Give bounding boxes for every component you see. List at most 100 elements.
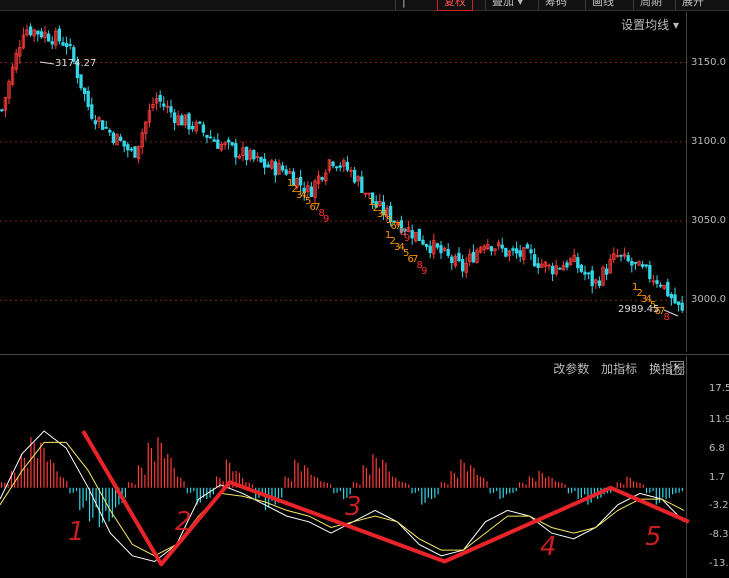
- candle-body: [331, 161, 335, 167]
- candle-body: [680, 302, 684, 311]
- wave-label: 3: [345, 492, 362, 522]
- candle-body: [666, 281, 670, 297]
- price-tick-label: 3050.0: [691, 215, 726, 227]
- candle-body: [352, 169, 357, 183]
- candle-body: [46, 33, 51, 42]
- candle-body: [61, 42, 65, 46]
- candle-body: [529, 249, 533, 254]
- macd-tick-label: 17.5: [709, 382, 729, 394]
- candle-body: [93, 120, 98, 125]
- toolbar-item-5[interactable]: 周期: [633, 0, 668, 10]
- candle-body: [550, 265, 555, 275]
- price-tick-label: 3100.0: [691, 135, 726, 147]
- candle-body: [417, 228, 422, 242]
- chart-canvas: 123456789123456789123456789123456781 2 34 5: [0, 23, 690, 567]
- candle-body: [129, 148, 134, 151]
- candle-body: [673, 294, 677, 304]
- candle-body: [334, 166, 339, 169]
- candle-body: [244, 146, 249, 161]
- candle-body: [216, 139, 220, 149]
- candle-body: [518, 250, 522, 257]
- toolbar-item-0[interactable]: |: [395, 0, 412, 10]
- candle-body: [259, 156, 263, 163]
- macd-tick-label: -13.5: [709, 558, 729, 570]
- td-count-label: 9: [421, 266, 427, 277]
- td-count-label: 8: [664, 312, 670, 323]
- toolbar-item-3[interactable]: 筹码: [538, 0, 573, 10]
- candle-body: [108, 129, 112, 133]
- macd-tick-label: -3.2: [709, 499, 729, 511]
- toolbar-item-2[interactable]: 叠加 ▾: [485, 0, 529, 10]
- candle-body: [126, 144, 130, 151]
- candle-body: [630, 261, 634, 266]
- candle-body: [201, 124, 206, 133]
- candle-body: [273, 161, 278, 176]
- candle-body: [262, 158, 267, 168]
- toolbar-item-6[interactable]: 展开: [675, 0, 710, 10]
- candle-body: [446, 249, 450, 256]
- candle-body: [90, 104, 94, 119]
- candle-body: [590, 270, 594, 287]
- candle-body: [669, 294, 674, 299]
- candle-body: [435, 243, 440, 248]
- candle-body: [604, 268, 609, 275]
- candle-body: [187, 113, 191, 130]
- candle-body: [500, 244, 504, 249]
- candle-body: [421, 239, 425, 245]
- low-price-marker: 2989.45: [618, 304, 660, 315]
- candle-body: [576, 257, 580, 269]
- macd-tick-label: 6.8: [709, 443, 725, 455]
- candle-body: [82, 87, 87, 95]
- candle-body: [280, 165, 285, 171]
- candle-body: [439, 245, 443, 254]
- candle-body: [284, 169, 288, 175]
- candle-body: [39, 31, 44, 38]
- candle-body: [619, 254, 623, 257]
- wave-label: 4: [540, 532, 557, 562]
- candle-body: [565, 262, 569, 268]
- candle-body: [428, 245, 432, 254]
- candle-body: [525, 244, 530, 249]
- candle-body: [57, 28, 62, 42]
- candle-body: [111, 132, 116, 143]
- candle-body: [489, 246, 494, 252]
- candle-body: [266, 164, 270, 168]
- candle-body: [504, 247, 508, 257]
- candle-body: [676, 301, 681, 305]
- price-tick-label: 3000.0: [691, 294, 726, 306]
- candle-body: [36, 30, 40, 35]
- candle-body: [648, 264, 652, 280]
- macd-tick-label: 1.7: [709, 472, 725, 484]
- candle-body: [230, 142, 234, 146]
- candle-body: [205, 134, 209, 138]
- candle-body: [514, 248, 519, 254]
- candle-body: [172, 112, 177, 123]
- candle-body: [511, 248, 515, 251]
- candle-body: [658, 284, 663, 287]
- wave-label: 1: [68, 517, 85, 547]
- candle-body: [162, 103, 166, 107]
- candle-body: [360, 176, 364, 193]
- candle-body: [86, 90, 90, 107]
- candle-body: [100, 120, 105, 130]
- candle-body: [180, 115, 184, 126]
- toolbar-item-1[interactable]: 复权: [437, 0, 473, 11]
- candle-body: [597, 280, 602, 286]
- candle-body: [64, 43, 69, 48]
- toolbar-item-4[interactable]: 画线: [585, 0, 620, 10]
- candle-body: [633, 261, 638, 264]
- candle-body: [169, 106, 173, 113]
- candle-body: [122, 140, 126, 147]
- candle-body: [586, 272, 591, 275]
- candle-body: [460, 259, 465, 272]
- candle-body: [536, 263, 540, 268]
- candle-body: [68, 44, 72, 46]
- candle-body: [655, 280, 659, 284]
- candle-body: [198, 121, 202, 124]
- candle-body: [345, 161, 350, 171]
- candle-body: [457, 252, 461, 262]
- candle-body: [558, 267, 562, 270]
- candle-body: [410, 230, 414, 239]
- td-count-label: 9: [404, 233, 410, 244]
- candle-body: [583, 271, 587, 275]
